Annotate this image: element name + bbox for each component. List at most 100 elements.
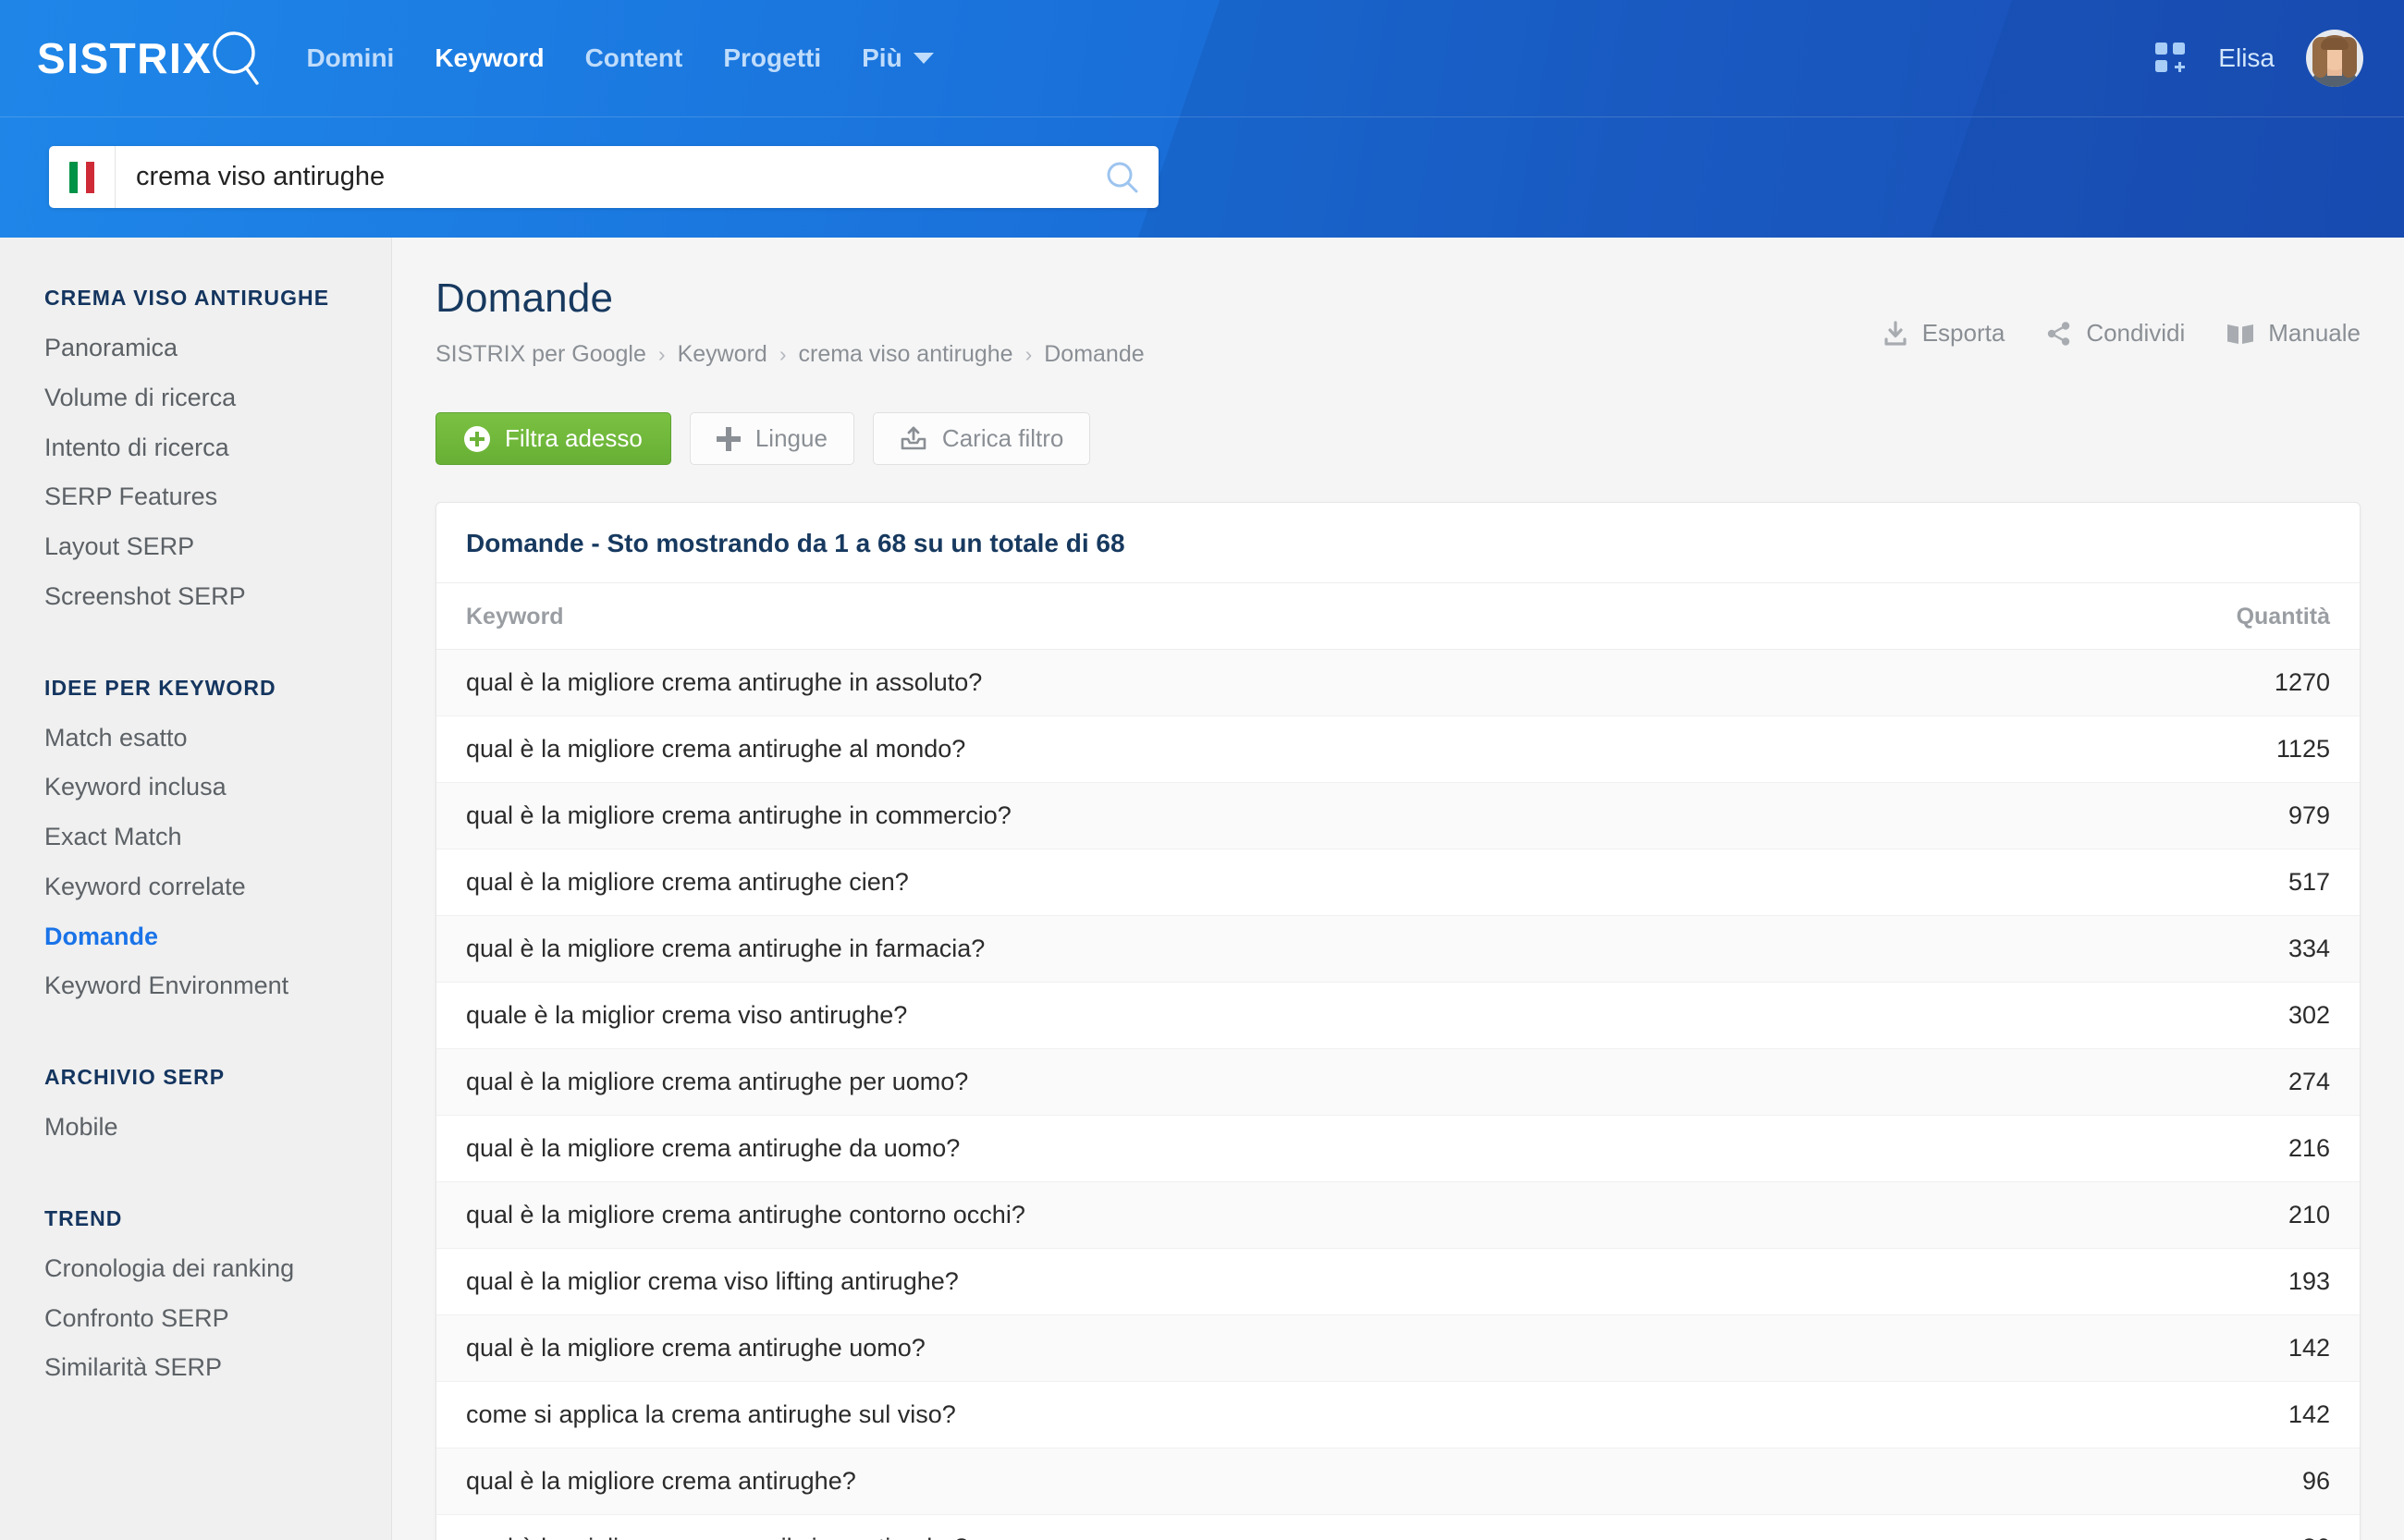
sidebar-item-cronologia-dei-ranking[interactable]: Cronologia dei ranking [0,1244,391,1294]
table-row[interactable]: qual è la migliore crema antirughe uomo?… [436,1314,2360,1383]
sidebar-item-screenshot-serp[interactable]: Screenshot SERP [0,572,391,622]
cell-keyword: qual è la migliore crema antirughe per u… [436,1048,2091,1117]
plus-icon [716,426,741,451]
table-row[interactable]: qual è la migliore crema antirughe? 96 [436,1448,2360,1516]
page-actions: Esporta Condividi Manuale [1882,276,2361,348]
user-name[interactable]: Elisa [2218,43,2275,73]
cell-quantity: 86 [2091,1514,2360,1540]
nav-item-keyword[interactable]: Keyword [435,45,544,71]
cell-quantity: 142 [2091,1381,2360,1449]
cell-quantity: 142 [2091,1314,2360,1383]
languages-button[interactable]: Lingue [689,412,854,466]
plus-circle-icon [464,425,490,452]
filter-now-label: Filtra adesso [505,424,643,453]
cell-keyword: qual è la miglior crema viso lifting ant… [436,1248,2091,1316]
nav-item-content[interactable]: Content [585,45,683,71]
load-filter-button[interactable]: Carica filtro [872,412,1091,466]
share-icon [2048,321,2070,346]
table-row[interactable]: qual è la migliore crema antirughe cien?… [436,849,2360,917]
cell-keyword: qual è la migliore crema antirughe? [436,1448,2091,1516]
cell-keyword: qual è la migliore crema antirughe cien? [436,849,2091,917]
nav-item-domini[interactable]: Domini [306,45,394,71]
table-row[interactable]: qual è la migliore crema antirughe in as… [436,649,2360,717]
cell-keyword: come si applica la crema antirughe sul v… [436,1381,2091,1449]
table-row[interactable]: qual è la migliore crema antirughe per u… [436,1048,2360,1117]
sidebar-item-keyword-environment[interactable]: Keyword Environment [0,961,391,1011]
export-button[interactable]: Esporta [1882,319,2005,348]
sidebar-item-layout-serp[interactable]: Layout SERP [0,522,391,572]
cell-keyword: qual è la migliore crema per il viso ant… [436,1514,2091,1540]
table-row[interactable]: qual è la migliore crema antirughe in fa… [436,915,2360,984]
table-row[interactable]: qual è la miglior crema viso lifting ant… [436,1248,2360,1316]
sidebar-group-title: ARCHIVIO SERP [44,1065,226,1089]
sistrix-logo[interactable]: SISTRIX [37,31,262,86]
column-header-quantita[interactable]: Quantità [2091,583,2360,651]
sidebar-item-volume-di-ricerca[interactable]: Volume di ricerca [0,373,391,423]
share-button[interactable]: Condividi [2045,319,2185,348]
sidebar-item-intento-di-ricerca[interactable]: Intento di ricerca [0,423,391,473]
sidebar-item-serp-features[interactable]: SERP Features [0,472,391,522]
nav-item-progetti[interactable]: Progetti [723,45,821,71]
breadcrumb-separator-icon: › [779,342,787,367]
primary-nav-row: SISTRIX Domini Keyword Content Progetti … [0,0,2404,116]
breadcrumb-item-crema-viso-antirughe[interactable]: crema viso antirughe [799,341,1013,368]
table-row[interactable]: qual è la migliore crema antirughe in co… [436,782,2360,850]
table-row[interactable]: quale è la miglior crema viso antirughe?… [436,982,2360,1050]
questions-table: Keyword Quantità qual è la migliore crem… [436,583,2360,1540]
search-icon [1107,162,1138,192]
sidebar-item-panoramica[interactable]: Panoramica [0,324,391,373]
search-submit-button[interactable] [1086,146,1159,208]
cell-quantity: 96 [2091,1448,2360,1516]
sidebar-item-match-esatto[interactable]: Match esatto [0,714,391,764]
table-row[interactable]: qual è la migliore crema antirughe da uo… [436,1115,2360,1183]
sidebar-group-keyword-overview: CREMA VISO ANTIRUGHE Panoramica Volume d… [0,286,391,622]
cell-keyword: qual è la migliore crema antirughe uomo? [436,1314,2091,1383]
app-header: SISTRIX Domini Keyword Content Progetti … [0,0,2404,238]
filter-now-button[interactable]: Filtra adesso [435,412,671,466]
sidebar-group-archivio-serp: ARCHIVIO SERP Mobile [0,1065,391,1153]
table-row[interactable]: qual è la migliore crema per il viso ant… [436,1514,2360,1540]
table-row[interactable]: come si applica la crema antirughe sul v… [436,1381,2360,1449]
cell-quantity: 216 [2091,1115,2360,1183]
cell-keyword: qual è la migliore crema antirughe da uo… [436,1115,2091,1183]
manual-label: Manuale [2268,319,2361,347]
cell-quantity: 334 [2091,915,2360,984]
sidebar-item-mobile[interactable]: Mobile [0,1103,391,1153]
avatar[interactable] [2306,30,2363,87]
cell-keyword: qual è la migliore crema antirughe conto… [436,1181,2091,1250]
load-filter-label: Carica filtro [941,424,1064,453]
cell-quantity: 1125 [2091,715,2360,784]
table-header-row: Keyword Quantità [436,583,2360,651]
cell-quantity: 210 [2091,1181,2360,1250]
cell-quantity: 193 [2091,1248,2360,1316]
table-row[interactable]: qual è la migliore crema antirughe al mo… [436,715,2360,784]
sidebar-item-keyword-correlate[interactable]: Keyword correlate [0,862,391,912]
plus-icon [2175,62,2186,72]
sidebar-item-keyword-inclusa[interactable]: Keyword inclusa [0,763,391,813]
sidebar-item-similarita-serp[interactable]: Similarità SERP [0,1343,391,1393]
sidebar-item-exact-match[interactable]: Exact Match [0,813,391,862]
table-caption: Domande - Sto mostrando da 1 a 68 su un … [436,503,2360,584]
breadcrumb-item-sistrix-per-google[interactable]: SISTRIX per Google [435,341,646,368]
filter-toolbar: Filtra adesso Lingue Carica filtro [435,412,2361,466]
italy-flag-icon [68,161,95,193]
sidebar-item-domande[interactable]: Domande [0,912,391,962]
search-input[interactable] [116,146,1086,208]
languages-label: Lingue [754,424,828,453]
table-row[interactable]: qual è la migliore crema antirughe conto… [436,1181,2360,1250]
sidebar-group-title: CREMA VISO ANTIRUGHE [44,286,330,310]
breadcrumb-item-keyword[interactable]: Keyword [678,341,767,368]
cell-quantity: 979 [2091,782,2360,850]
sidebar-item-confronto-serp[interactable]: Confronto SERP [0,1294,391,1344]
cell-quantity: 274 [2091,1048,2360,1117]
chevron-down-icon [913,53,934,64]
country-selector[interactable] [49,146,116,208]
manual-button[interactable]: Manuale [2226,319,2361,348]
nav-item-piu[interactable]: Più [862,45,934,71]
header-right-cluster: Elisa [2155,30,2404,87]
apps-grid-plus-icon[interactable] [2155,43,2187,74]
table-head: Keyword Quantità [436,583,2360,651]
column-header-keyword[interactable]: Keyword [436,583,2091,651]
